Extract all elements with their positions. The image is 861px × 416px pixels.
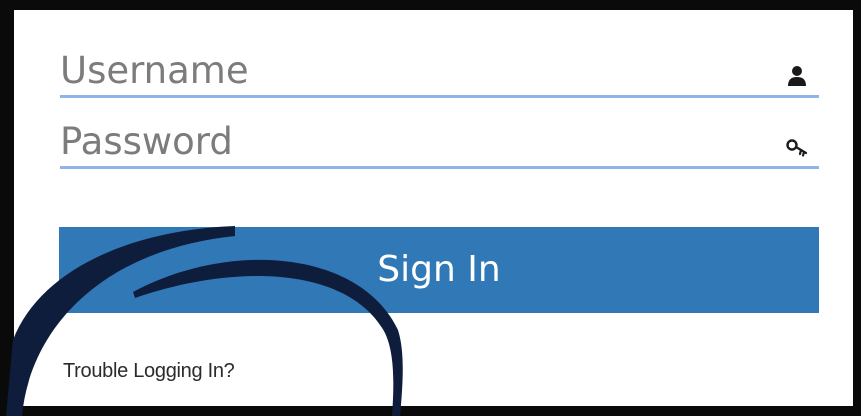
username-field[interactable] [60,46,819,98]
password-input[interactable] [60,117,760,165]
username-input[interactable] [60,46,760,94]
password-field[interactable] [60,117,819,169]
user-icon [788,66,806,86]
sign-in-button[interactable]: Sign In [59,227,819,313]
key-icon [786,139,808,157]
trouble-logging-in-link[interactable]: Trouble Logging In? [63,360,235,383]
